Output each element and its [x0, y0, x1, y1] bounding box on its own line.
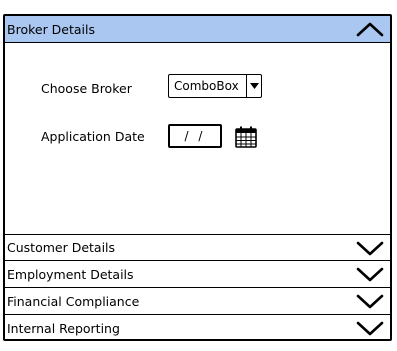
triangle-down-icon — [249, 83, 259, 89]
combobox-dropdown-button[interactable] — [246, 75, 261, 97]
broker-details-panel: Choose Broker ComboBox Application Date … — [5, 29, 390, 236]
section-header-customer-details[interactable]: Customer Details — [5, 234, 390, 261]
section-title-customer-details: Customer Details — [7, 240, 116, 255]
broker-combobox-value: ComboBox — [174, 79, 239, 93]
calendar-icon[interactable] — [234, 125, 258, 149]
application-date-label: Application Date — [41, 129, 145, 144]
chevron-down-icon[interactable] — [355, 292, 385, 310]
application-date-field[interactable]: / / — [168, 124, 222, 148]
chevron-down-icon[interactable] — [355, 265, 385, 283]
section-title-financial-compliance: Financial Compliance — [7, 293, 140, 309]
choose-broker-label: Choose Broker — [41, 81, 132, 96]
section-title-employment-details: Employment Details — [7, 266, 134, 282]
chevron-down-icon[interactable] — [355, 239, 385, 257]
section-header-employment-details[interactable]: Employment Details — [5, 261, 390, 288]
chevron-down-icon[interactable] — [355, 319, 385, 337]
broker-combobox[interactable]: ComboBox — [168, 74, 262, 98]
accordion: Broker Details Choose Broker ComboBox Ap… — [3, 14, 392, 341]
section-title-internal-reporting: Internal Reporting — [7, 321, 120, 336]
section-header-internal-reporting[interactable]: Internal Reporting — [5, 315, 390, 339]
section-header-financial-compliance[interactable]: Financial Compliance — [5, 288, 390, 315]
